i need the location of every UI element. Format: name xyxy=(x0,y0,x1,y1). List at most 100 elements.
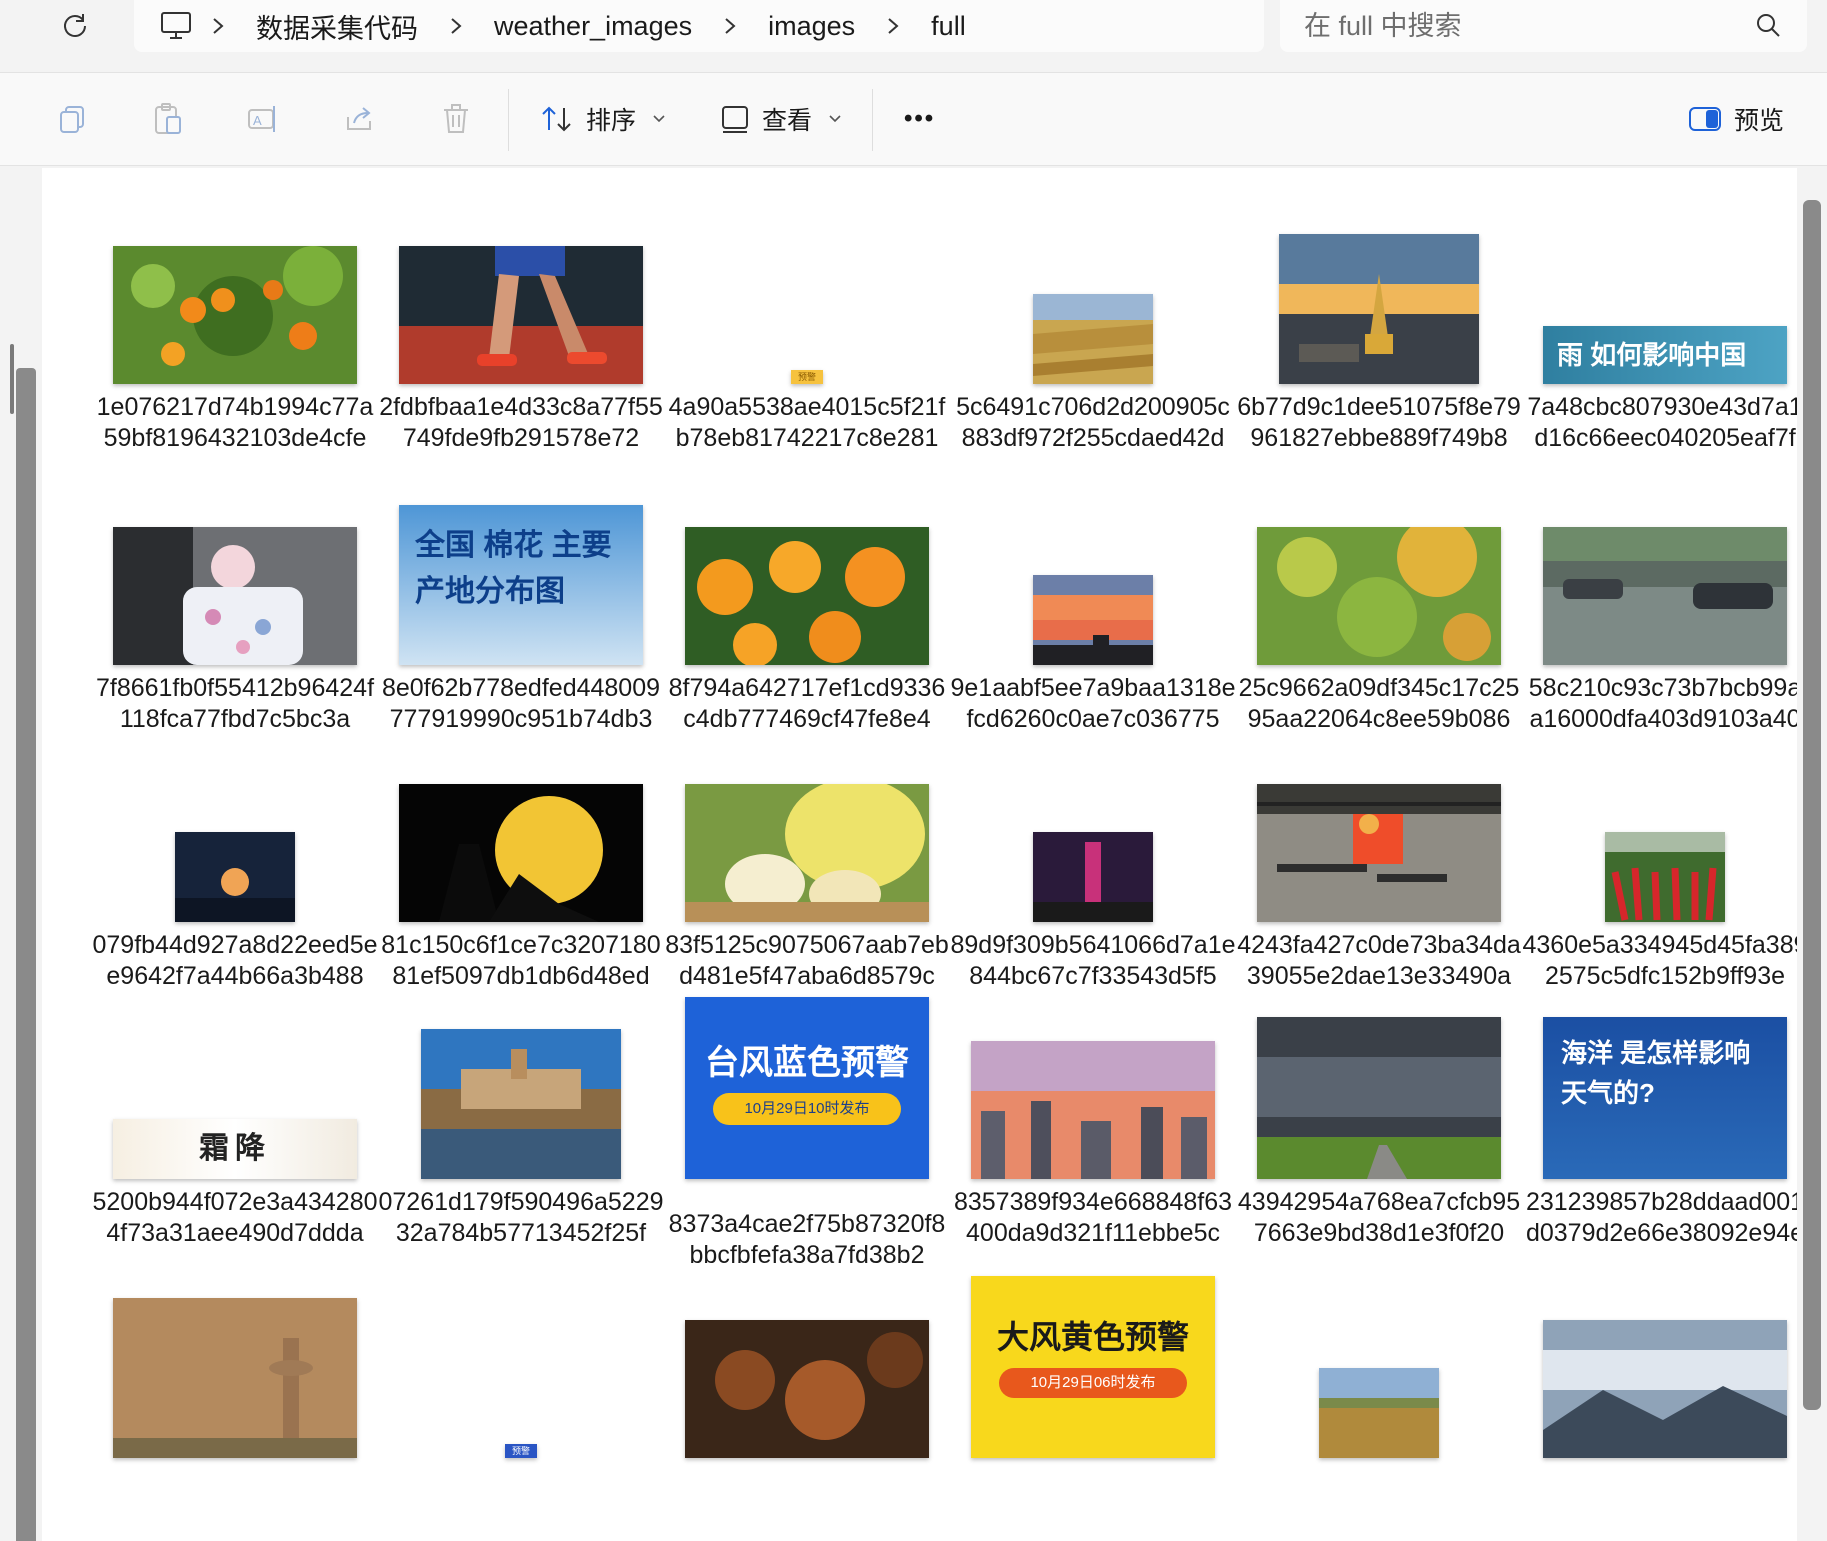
sort-button[interactable]: 排序 xyxy=(540,95,666,143)
storm-clouds-image xyxy=(1257,1017,1501,1179)
child-in-blanket-image xyxy=(113,527,357,665)
sort-icon xyxy=(542,106,571,132)
file-name: 89d9f309b5641066d7a1e844bc67c7f33543d5f5 xyxy=(950,931,1236,990)
share-button[interactable] xyxy=(340,99,380,139)
castle-lake-image xyxy=(421,1029,621,1179)
file-name: 7a48cbc807930e43d7a1d16c66eec040205eaf7f xyxy=(1527,393,1797,452)
file-name: 8357389f934e668848f63400da9d321f11ebbe5c xyxy=(953,1188,1233,1247)
thumbnail: 霜降 xyxy=(92,1019,378,1179)
thumbnail xyxy=(950,224,1236,384)
thumbnail xyxy=(664,762,950,922)
file-explorer-window: { "address": { "crumbs": ["数据采集代码", "wea… xyxy=(0,0,1827,1541)
file-name: 9e1aabf5ee7a9baa1318efcd6260c0ae7c036775 xyxy=(950,674,1236,733)
breadcrumb-item[interactable]: images xyxy=(752,11,871,42)
thumbnail xyxy=(950,505,1236,665)
file-name: 7f8661fb0f55412b96424f118fca77fbd7c5bc3a xyxy=(95,674,375,733)
thumbnail: 预警 xyxy=(378,1298,664,1458)
thumbnail xyxy=(1236,1017,1522,1179)
preview-label: 预览 xyxy=(1734,107,1785,135)
refresh-button[interactable] xyxy=(52,2,98,48)
search-box[interactable] xyxy=(1280,0,1807,52)
trash-icon xyxy=(444,104,468,133)
file-name: 2fdbfbaa1e4d33c8a77f55749fde9fb291578e72 xyxy=(379,393,663,452)
nav-scroll-handle[interactable] xyxy=(10,344,14,414)
typhoon-blue-warning-image: 台风蓝色预警 10月29日10时发布 xyxy=(685,997,929,1179)
svg-text:A: A xyxy=(253,113,262,128)
thumbnail xyxy=(950,1019,1236,1179)
copy-button[interactable] xyxy=(52,99,92,139)
sort-label: 排序 xyxy=(586,107,637,135)
grassland-image xyxy=(1319,1368,1439,1458)
thumbnail xyxy=(1236,1298,1522,1458)
warning-badge-image: 预警 xyxy=(791,370,823,384)
thumbnail xyxy=(378,224,664,384)
oranges-image xyxy=(685,527,929,665)
thumbnail: 大风黄色预警 10月29日06时发布 xyxy=(950,1276,1236,1458)
more-options-button[interactable]: ••• xyxy=(904,95,935,143)
rename-button[interactable]: A xyxy=(244,99,284,139)
sunset-sky-image xyxy=(1033,575,1153,665)
file-name: 5c6491c706d2d200905c883df972f255cdaed42d xyxy=(956,393,1230,452)
chevron-right-icon[interactable] xyxy=(434,6,478,46)
temple-sunrise-image xyxy=(1279,234,1479,384)
more-icon: ••• xyxy=(904,105,936,132)
refresh-icon xyxy=(64,14,86,37)
copy-icon xyxy=(60,106,84,133)
moon-rise-image xyxy=(175,832,295,922)
thumbnail: 雨 如何影响中国 xyxy=(1522,224,1797,384)
nav-scrollbar[interactable] xyxy=(16,368,36,1541)
thumbnail xyxy=(92,505,378,665)
view-label: 查看 xyxy=(762,107,813,135)
rain-banner-image: 雨 如何影响中国 xyxy=(1543,326,1787,384)
breadcrumb[interactable]: 数据采集代码 weather_images images full xyxy=(134,0,1264,52)
warning-subtitle: 10月29日06时发布 xyxy=(999,1368,1187,1398)
thumbnail xyxy=(1236,224,1522,384)
file-name: 25c9662a09df345c17c2595aa22064c8ee59b086 xyxy=(1238,674,1520,733)
city-sunset-image xyxy=(971,1041,1215,1179)
clipboard-icon xyxy=(155,103,181,134)
thumbnail xyxy=(664,505,950,665)
flooded-street-image xyxy=(1543,527,1787,665)
chevron-right-icon[interactable] xyxy=(708,6,752,46)
file-name: 8f794a642717ef1cd9336c4db777469cf47fe8e4 xyxy=(668,674,946,733)
content-scrollbar[interactable] xyxy=(1803,200,1821,1410)
delete-button[interactable] xyxy=(436,99,476,139)
command-bar: A 排序 查看 ••• 预览 xyxy=(0,72,1827,166)
view-icon xyxy=(722,106,748,133)
preview-pane-button[interactable]: 预览 xyxy=(1688,95,1784,143)
file-name: 231239857b28ddaad001d0379d2e66e38092e94e xyxy=(1525,1188,1797,1247)
navigation-pane[interactable] xyxy=(0,168,42,1541)
pomelo-image xyxy=(685,784,929,922)
search-input[interactable] xyxy=(1304,6,1724,46)
orange-tree-image xyxy=(113,246,357,384)
frost-descent-banner-image: 霜降 xyxy=(113,1119,357,1179)
aurora-image xyxy=(1033,832,1153,922)
autumn-leaves-image xyxy=(685,1320,929,1458)
file-name: 079fb44d927a8d22eed5ee9642f7a44b66a3b488 xyxy=(92,931,378,990)
cotton-map-image: 全国 棉花 主要产地分布图 xyxy=(399,505,643,665)
toolbar-divider xyxy=(872,89,873,151)
file-name: 1e076217d74b1994c77a59bf8196432103de4cfe xyxy=(96,393,374,452)
breadcrumb-item[interactable]: weather_images xyxy=(478,11,708,42)
chevron-right-icon[interactable] xyxy=(871,6,915,46)
thumbnail xyxy=(1522,1298,1797,1458)
paste-button[interactable] xyxy=(148,99,188,139)
file-name: 81c150c6f1ce7c320718081ef5097db1db6d48ed xyxy=(381,931,661,990)
file-grid-area[interactable]: 1e076217d74b1994c77a59bf8196432103de4cfe… xyxy=(42,168,1797,1541)
view-button[interactable]: 查看 xyxy=(720,95,842,143)
chevron-down-icon xyxy=(653,115,665,123)
file-name: 6b77d9c1dee51075f8e79961827ebbe889f749b8 xyxy=(1237,393,1521,452)
breadcrumb-item[interactable]: full xyxy=(915,11,982,42)
runners-image xyxy=(399,246,643,384)
search-icon[interactable] xyxy=(1753,10,1785,42)
thumbnail xyxy=(1236,505,1522,665)
breadcrumb-item[interactable]: 数据采集代码 xyxy=(240,7,434,46)
file-name: 8e0f62b778edfed448009777919990c951b74db3 xyxy=(381,674,661,733)
thumbnail xyxy=(950,762,1236,922)
this-pc-icon[interactable] xyxy=(156,6,196,46)
ocean-weather-image: 海洋 是怎样影响 天气的? xyxy=(1543,1017,1787,1179)
chevron-right-icon[interactable] xyxy=(196,6,240,46)
thumbnail xyxy=(92,224,378,384)
file-name: 8373a4cae2f75b87320f8bbcfbfefa38a7fd38b2 xyxy=(668,1210,946,1269)
file-name: 4360e5a334945d45fa3892575c5dfc152b9ff93e xyxy=(1522,931,1797,990)
